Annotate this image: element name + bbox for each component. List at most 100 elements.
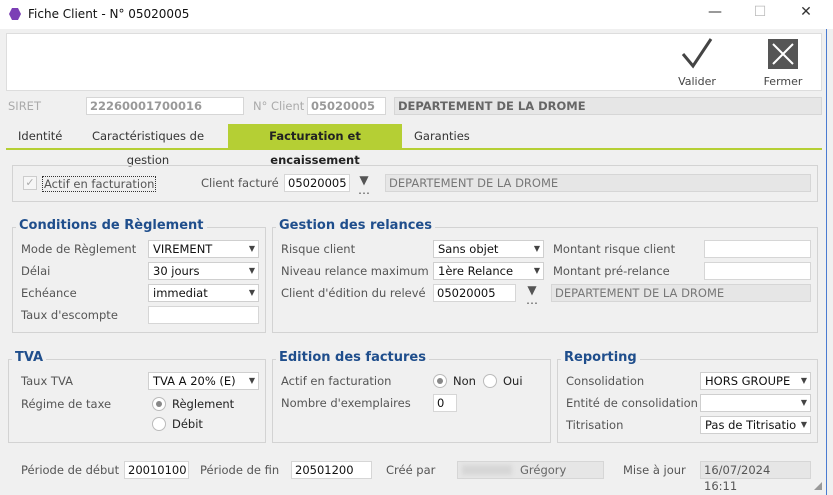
- entite-select[interactable]: ▼: [700, 394, 811, 412]
- risque-value: Sans objet: [438, 242, 499, 256]
- edition-oui-label: Oui: [503, 374, 523, 388]
- taux-tva-select[interactable]: TVA A 20% (E) ▼: [148, 372, 259, 390]
- active-billing-label: Actif en facturation: [42, 176, 157, 192]
- siret-label: SIRET: [8, 99, 41, 113]
- tab-caracteristiques[interactable]: Caractéristiques de gestion: [70, 124, 226, 167]
- tab-identite[interactable]: Identité: [8, 124, 66, 148]
- regime-debit-radio[interactable]: [152, 417, 166, 431]
- regime-label: Régime de taxe: [21, 397, 112, 411]
- conditions-title: Conditions de Règlement: [16, 218, 207, 233]
- entite-label: Entité de consolidation: [566, 396, 698, 410]
- risque-select[interactable]: Sans objet ▼: [433, 240, 544, 258]
- cree-par-label: Créé par: [386, 463, 436, 477]
- niveau-select[interactable]: 1ère Relance ▼: [433, 262, 544, 280]
- client-picker-icon[interactable]: ▼…: [524, 284, 540, 306]
- client-billed-label: Client facturé: [201, 176, 279, 190]
- regime-debit-label: Débit: [172, 417, 203, 431]
- toolbar: Valider Fermer: [6, 33, 822, 91]
- nb-exemplaires-label: Nombre d'exemplaires: [281, 396, 411, 410]
- titrisation-select[interactable]: Pas de Titrisatio ▼: [700, 416, 811, 434]
- maximize-button[interactable]: ☐: [745, 4, 775, 24]
- relances-group: Gestion des relances Risque client Sans …: [272, 218, 818, 333]
- delai-select[interactable]: 30 jours ▼: [148, 262, 259, 280]
- mode-value: VIREMENT: [153, 242, 213, 256]
- close-label: Fermer: [763, 75, 803, 88]
- niveau-label: Niveau relance maximum: [281, 264, 429, 278]
- risque-label: Risque client: [281, 242, 356, 256]
- edition-releve-name: DEPARTEMENT DE LA DROME: [551, 284, 811, 302]
- client-billed-field[interactable]: 05020005: [284, 174, 350, 192]
- edition-title: Edition des factures: [276, 350, 429, 365]
- echeance-select[interactable]: immediat ▼: [148, 284, 259, 302]
- edition-releve-field[interactable]: 05020005: [433, 284, 516, 302]
- client-name-field: DEPARTEMENT DE LA DROME: [394, 97, 822, 115]
- montant-risque-field[interactable]: [704, 240, 811, 258]
- edition-group: Edition des factures Actif en facturatio…: [272, 350, 551, 443]
- chevron-down-icon: ▼: [533, 266, 540, 275]
- chevron-down-icon: ▼: [800, 420, 807, 429]
- echeance-value: immediat: [153, 286, 208, 300]
- chevron-down-icon: ▼: [800, 376, 807, 385]
- validate-button[interactable]: Valider: [669, 36, 725, 88]
- relances-title: Gestion des relances: [276, 218, 435, 233]
- taux-tva-value: TVA A 20% (E): [153, 374, 236, 388]
- mise-a-jour-field: 16/07/2024 16:11: [700, 461, 811, 493]
- edition-non-radio[interactable]: [433, 374, 447, 388]
- resize-grip-icon[interactable]: [814, 482, 822, 490]
- titrisation-value: Pas de Titrisatio: [705, 418, 797, 432]
- regime-reglement-label: Règlement: [172, 397, 235, 411]
- niveau-value: 1ère Relance: [438, 264, 514, 278]
- client-no-label: N° Client: [253, 99, 305, 113]
- cree-par-value: Grégory: [520, 463, 567, 477]
- reporting-group: Reporting Consolidation HORS GROUPE ▼ Ent…: [557, 350, 818, 443]
- delai-label: Délai: [21, 264, 51, 278]
- escompte-label: Taux d'escompte: [21, 308, 118, 322]
- echeance-label: Echéance: [21, 286, 77, 300]
- mode-label: Mode de Règlement: [21, 242, 137, 256]
- app-hexagon-icon: [9, 8, 21, 20]
- client-no-field[interactable]: 05020005: [307, 97, 386, 115]
- escompte-field[interactable]: [148, 306, 259, 324]
- redacted-name: [462, 465, 512, 475]
- delai-value: 30 jours: [153, 264, 200, 278]
- chevron-down-icon: ▼: [533, 244, 540, 253]
- chevron-down-icon: ▼: [248, 288, 255, 297]
- close-form-button[interactable]: Fermer: [755, 36, 811, 88]
- edition-actif-label: Actif en facturation: [281, 374, 392, 388]
- tab-facturation[interactable]: Facturation et encaissement: [228, 124, 402, 167]
- periode-fin-field[interactable]: 20501200: [291, 461, 372, 479]
- consolidation-label: Consolidation: [566, 374, 645, 388]
- tab-garanties[interactable]: Garanties: [404, 124, 470, 148]
- window-title: Fiche Client - N° 05020005: [28, 7, 190, 21]
- client-billed-name: DEPARTEMENT DE LA DROME: [385, 174, 811, 192]
- montant-pre-field[interactable]: [704, 262, 811, 280]
- conditions-group: Conditions de Règlement Mode de Règlemen…: [12, 218, 266, 333]
- periode-fin-label: Période de fin: [200, 463, 280, 477]
- edition-releve-label: Client d'édition du relevé: [281, 286, 426, 300]
- regime-reglement-radio[interactable]: [152, 397, 166, 411]
- periode-debut-label: Période de début: [21, 463, 120, 477]
- chevron-down-icon: ▼: [248, 376, 255, 385]
- edition-oui-radio[interactable]: [483, 374, 497, 388]
- minimize-button[interactable]: —: [700, 4, 730, 24]
- montant-pre-label: Montant pré-relance: [553, 264, 670, 278]
- client-picker-icon[interactable]: ▼…: [356, 174, 372, 196]
- chevron-down-icon: ▼: [248, 266, 255, 275]
- edition-non-label: Non: [453, 374, 476, 388]
- mode-select[interactable]: VIREMENT ▼: [148, 240, 259, 258]
- window-edge: [826, 29, 827, 495]
- periode-debut-field[interactable]: 20010100: [124, 461, 189, 479]
- window-close-button[interactable]: ✕: [791, 4, 821, 24]
- active-billing-checkbox[interactable]: ✓: [23, 176, 37, 190]
- consolidation-select[interactable]: HORS GROUPE ▼: [700, 372, 811, 390]
- titrisation-label: Titrisation: [566, 418, 624, 432]
- nb-exemplaires-field[interactable]: 0: [433, 394, 457, 412]
- tva-group: TVA Taux TVA TVA A 20% (E) ▼ Régime de ta…: [8, 350, 266, 443]
- checkmark-icon: [681, 38, 713, 69]
- siret-field[interactable]: 22260001700016: [86, 97, 244, 115]
- chevron-down-icon: ▼: [800, 398, 807, 407]
- close-box-icon: [768, 39, 798, 69]
- montant-risque-label: Montant risque client: [553, 242, 676, 256]
- tva-title: TVA: [12, 350, 47, 365]
- reporting-title: Reporting: [561, 350, 640, 365]
